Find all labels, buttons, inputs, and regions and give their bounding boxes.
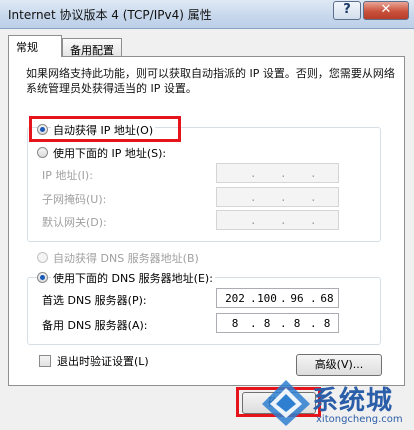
default-gateway-field[interactable]: . . . [216,210,339,230]
octet: 96 [290,292,304,305]
octet: 8 [323,317,331,330]
title-bar: Internet 协议版本 4 (TCP/IPv4) 属性 ? ✕ [0,0,414,29]
window-title: Internet 协议版本 4 (TCP/IPv4) 属性 [8,8,212,22]
manual-ip-radio[interactable] [37,147,48,158]
dot-separator: . [280,191,287,204]
alternate-dns-label: 备用 DNS 服务器(A): [40,317,150,333]
watermark-url: xitongcheng.com [316,414,403,425]
subnet-mask-label: 子网掩码(U): [40,191,109,207]
validate-settings-label[interactable]: 退出时验证设置(L) [55,353,151,369]
help-icon: ? [343,2,351,17]
dot-separator: . [310,214,317,227]
intro-text: 如果网络支持此功能，则可以获取自动指派的 IP 设置。否则，您需要从网络系统管理… [26,67,395,95]
watermark-logo-icon [262,380,310,426]
auto-dns-label[interactable]: 自动获得 DNS 服务器地址(B) [51,250,201,266]
octet: 8 [231,317,239,330]
dot-separator: . [250,167,257,180]
close-icon: ✕ [380,2,392,17]
octet: 8 [263,317,271,330]
octet: 202 [225,292,245,305]
watermark: 系统城 xitongcheng.com [258,378,414,430]
auto-ip-label[interactable]: 自动获得 IP 地址(O) [51,122,156,138]
octet: 68 [320,292,334,305]
dot-separator: . [250,214,257,227]
alternate-dns-field[interactable]: 8 . 8 . 8 . 8 [216,313,339,333]
dot-separator: . [280,214,287,227]
manual-dns-radio[interactable] [37,272,48,283]
dot-separator: . [310,191,317,204]
octet: 100 [257,292,277,305]
manual-ip-label[interactable]: 使用下面的 IP 地址(S): [51,145,169,161]
tab-alternate-config[interactable]: 备用配置 [62,38,122,58]
ip-address-field[interactable]: . . . [216,163,339,183]
auto-dns-radio[interactable] [37,252,48,263]
tab-general[interactable]: 常规 [8,35,62,57]
dot-separator: . [250,191,257,204]
dot-separator: . [310,167,317,180]
advanced-button[interactable]: 高级(V)... [296,354,382,376]
octet: 8 [293,317,301,330]
subnet-mask-field[interactable]: . . . [216,187,339,207]
watermark-text: 系统城 [312,386,394,416]
help-button[interactable]: ? [333,1,361,20]
validate-settings-checkbox[interactable] [39,355,51,367]
ip-address-label: IP 地址(I): [40,167,95,183]
manual-dns-label[interactable]: 使用下面的 DNS 服务器地址(E): [51,270,215,286]
dot-separator: . [280,167,287,180]
preferred-dns-field[interactable]: 202 . 100 . 96 . 68 [216,288,339,308]
default-gateway-label: 默认网关(D): [40,214,109,230]
auto-ip-radio[interactable] [37,124,48,135]
close-button[interactable]: ✕ [363,1,409,20]
preferred-dns-label: 首选 DNS 服务器(P): [40,292,149,308]
